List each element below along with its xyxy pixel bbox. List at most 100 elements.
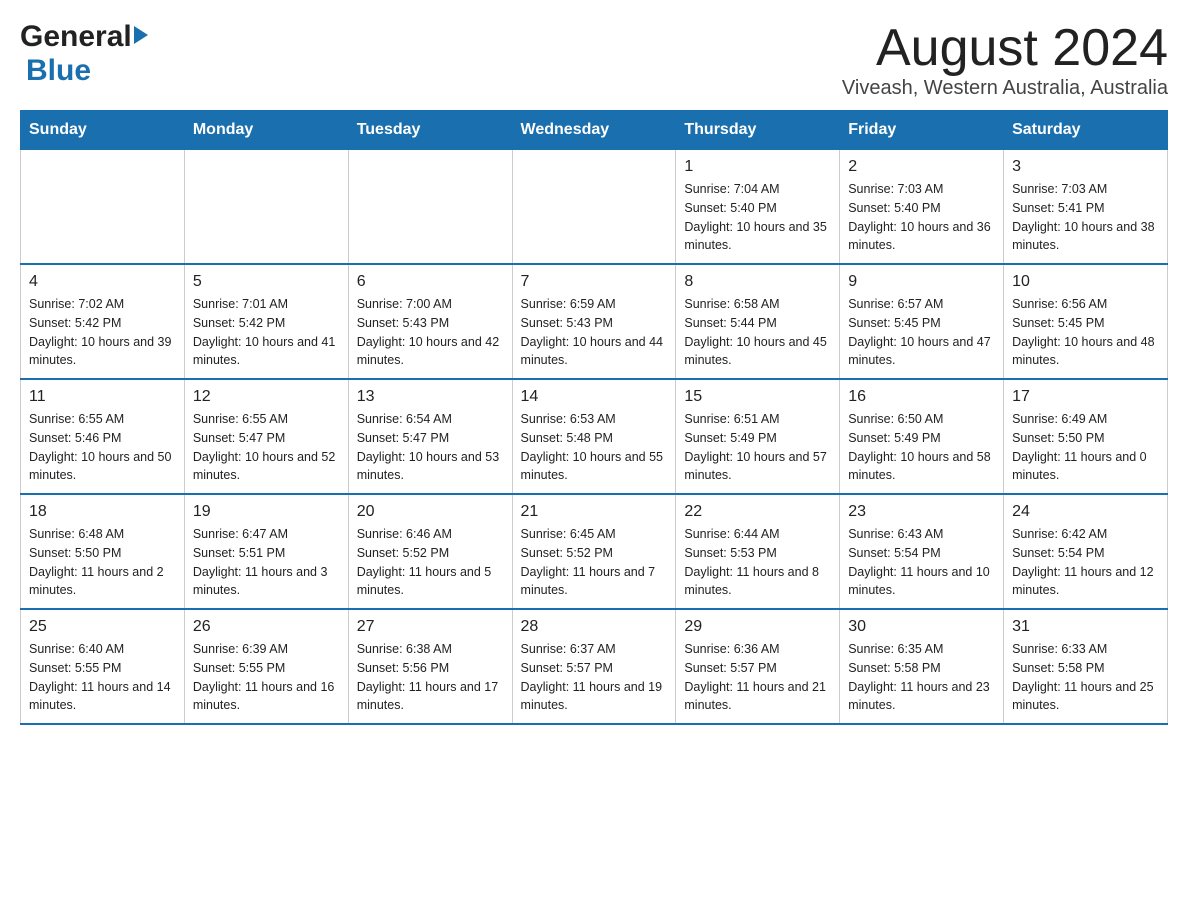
calendar-cell: 7 Sunrise: 6:59 AMSunset: 5:43 PMDaylight… <box>512 264 676 379</box>
day-number: 9 <box>848 273 995 291</box>
calendar-cell: 19 Sunrise: 6:47 AMSunset: 5:51 PMDayligh… <box>184 494 348 609</box>
day-number: 26 <box>193 618 340 636</box>
calendar-cell: 2 Sunrise: 7:03 AMSunset: 5:40 PMDaylight… <box>840 150 1004 265</box>
calendar-cell: 9 Sunrise: 6:57 AMSunset: 5:45 PMDaylight… <box>840 264 1004 379</box>
calendar-cell <box>348 150 512 265</box>
day-info: Sunrise: 6:56 AMSunset: 5:45 PMDaylight:… <box>1012 295 1159 370</box>
day-header-saturday: Saturday <box>1004 111 1168 150</box>
day-number: 7 <box>521 273 668 291</box>
day-number: 19 <box>193 503 340 521</box>
day-info: Sunrise: 6:59 AMSunset: 5:43 PMDaylight:… <box>521 295 668 370</box>
logo-blue-text: Blue <box>26 54 91 87</box>
day-info: Sunrise: 6:47 AMSunset: 5:51 PMDaylight:… <box>193 525 340 600</box>
day-number: 23 <box>848 503 995 521</box>
calendar-cell: 8 Sunrise: 6:58 AMSunset: 5:44 PMDaylight… <box>676 264 840 379</box>
calendar-cell: 30 Sunrise: 6:35 AMSunset: 5:58 PMDayligh… <box>840 609 1004 724</box>
calendar-cell: 10 Sunrise: 6:56 AMSunset: 5:45 PMDayligh… <box>1004 264 1168 379</box>
month-title: August 2024 <box>842 20 1168 77</box>
day-number: 6 <box>357 273 504 291</box>
day-info: Sunrise: 7:01 AMSunset: 5:42 PMDaylight:… <box>193 295 340 370</box>
day-info: Sunrise: 6:43 AMSunset: 5:54 PMDaylight:… <box>848 525 995 600</box>
calendar-cell: 6 Sunrise: 7:00 AMSunset: 5:43 PMDaylight… <box>348 264 512 379</box>
calendar-cell: 28Sunrise: 6:37 AMSunset: 5:57 PMDayligh… <box>512 609 676 724</box>
day-number: 4 <box>29 273 176 291</box>
days-of-week-row: SundayMondayTuesdayWednesdayThursdayFrid… <box>21 111 1168 150</box>
calendar-cell: 23 Sunrise: 6:43 AMSunset: 5:54 PMDayligh… <box>840 494 1004 609</box>
day-number: 2 <box>848 158 995 176</box>
day-info: Sunrise: 6:39 AMSunset: 5:55 PMDaylight:… <box>193 640 340 715</box>
calendar-body: 1Sunrise: 7:04 AMSunset: 5:40 PMDaylight… <box>21 150 1168 725</box>
day-number: 24 <box>1012 503 1159 521</box>
day-info: Sunrise: 6:46 AMSunset: 5:52 PMDaylight:… <box>357 525 504 600</box>
calendar-cell: 11 Sunrise: 6:55 AMSunset: 5:46 PMDayligh… <box>21 379 185 494</box>
calendar-cell: 27 Sunrise: 6:38 AMSunset: 5:56 PMDayligh… <box>348 609 512 724</box>
day-number: 22 <box>684 503 831 521</box>
day-header-monday: Monday <box>184 111 348 150</box>
logo: General Blue <box>20 20 148 88</box>
calendar-cell <box>21 150 185 265</box>
calendar-cell: 29 Sunrise: 6:36 AMSunset: 5:57 PMDayligh… <box>676 609 840 724</box>
calendar-cell: 22 Sunrise: 6:44 AMSunset: 5:53 PMDayligh… <box>676 494 840 609</box>
day-info: Sunrise: 6:49 AMSunset: 5:50 PMDaylight:… <box>1012 410 1159 485</box>
day-info: Sunrise: 6:42 AMSunset: 5:54 PMDaylight:… <box>1012 525 1159 600</box>
calendar-week-5: 25 Sunrise: 6:40 AMSunset: 5:55 PMDayligh… <box>21 609 1168 724</box>
calendar-cell: 12Sunrise: 6:55 AMSunset: 5:47 PMDayligh… <box>184 379 348 494</box>
day-number: 20 <box>357 503 504 521</box>
day-info: Sunrise: 6:48 AMSunset: 5:50 PMDaylight:… <box>29 525 176 600</box>
day-info: Sunrise: 6:35 AMSunset: 5:58 PMDaylight:… <box>848 640 995 715</box>
calendar-cell: 26 Sunrise: 6:39 AMSunset: 5:55 PMDayligh… <box>184 609 348 724</box>
calendar-cell: 1Sunrise: 7:04 AMSunset: 5:40 PMDaylight… <box>676 150 840 265</box>
day-info: Sunrise: 6:38 AMSunset: 5:56 PMDaylight:… <box>357 640 504 715</box>
day-number: 3 <box>1012 158 1159 176</box>
calendar-week-3: 11 Sunrise: 6:55 AMSunset: 5:46 PMDayligh… <box>21 379 1168 494</box>
calendar-cell: 25 Sunrise: 6:40 AMSunset: 5:55 PMDayligh… <box>21 609 185 724</box>
calendar-cell: 5Sunrise: 7:01 AMSunset: 5:42 PMDaylight… <box>184 264 348 379</box>
day-info: Sunrise: 7:03 AMSunset: 5:40 PMDaylight:… <box>848 180 995 255</box>
day-info: Sunrise: 7:02 AMSunset: 5:42 PMDaylight:… <box>29 295 176 370</box>
day-header-sunday: Sunday <box>21 111 185 150</box>
day-info: Sunrise: 6:55 AMSunset: 5:46 PMDaylight:… <box>29 410 176 485</box>
day-info: Sunrise: 7:03 AMSunset: 5:41 PMDaylight:… <box>1012 180 1159 255</box>
day-info: Sunrise: 6:50 AMSunset: 5:49 PMDaylight:… <box>848 410 995 485</box>
day-number: 10 <box>1012 273 1159 291</box>
day-info: Sunrise: 6:51 AMSunset: 5:49 PMDaylight:… <box>684 410 831 485</box>
calendar-cell: 4 Sunrise: 7:02 AMSunset: 5:42 PMDaylight… <box>21 264 185 379</box>
day-info: Sunrise: 6:36 AMSunset: 5:57 PMDaylight:… <box>684 640 831 715</box>
location-title: Viveash, Western Australia, Australia <box>842 77 1168 100</box>
day-info: Sunrise: 6:54 AMSunset: 5:47 PMDaylight:… <box>357 410 504 485</box>
logo-arrow-icon <box>134 26 148 44</box>
day-info: Sunrise: 7:00 AMSunset: 5:43 PMDaylight:… <box>357 295 504 370</box>
day-number: 27 <box>357 618 504 636</box>
day-header-wednesday: Wednesday <box>512 111 676 150</box>
day-number: 17 <box>1012 388 1159 406</box>
day-number: 18 <box>29 503 176 521</box>
logo-general-text: General <box>20 20 132 54</box>
day-number: 14 <box>521 388 668 406</box>
day-number: 29 <box>684 618 831 636</box>
day-number: 25 <box>29 618 176 636</box>
calendar-cell: 17 Sunrise: 6:49 AMSunset: 5:50 PMDayligh… <box>1004 379 1168 494</box>
day-info: Sunrise: 6:45 AMSunset: 5:52 PMDaylight:… <box>521 525 668 600</box>
calendar-cell: 21Sunrise: 6:45 AMSunset: 5:52 PMDayligh… <box>512 494 676 609</box>
calendar-cell <box>512 150 676 265</box>
day-number: 8 <box>684 273 831 291</box>
calendar-cell: 18 Sunrise: 6:48 AMSunset: 5:50 PMDayligh… <box>21 494 185 609</box>
day-header-thursday: Thursday <box>676 111 840 150</box>
day-number: 31 <box>1012 618 1159 636</box>
calendar-cell: 20 Sunrise: 6:46 AMSunset: 5:52 PMDayligh… <box>348 494 512 609</box>
day-info: Sunrise: 6:44 AMSunset: 5:53 PMDaylight:… <box>684 525 831 600</box>
day-number: 11 <box>29 388 176 406</box>
day-number: 16 <box>848 388 995 406</box>
day-number: 1 <box>684 158 831 176</box>
day-info: Sunrise: 6:37 AMSunset: 5:57 PMDaylight:… <box>521 640 668 715</box>
day-info: Sunrise: 6:40 AMSunset: 5:55 PMDaylight:… <box>29 640 176 715</box>
page-header: General Blue August 2024 Viveash, Wester… <box>20 20 1168 100</box>
day-number: 30 <box>848 618 995 636</box>
day-info: Sunrise: 6:58 AMSunset: 5:44 PMDaylight:… <box>684 295 831 370</box>
calendar-cell: 15Sunrise: 6:51 AMSunset: 5:49 PMDayligh… <box>676 379 840 494</box>
day-info: Sunrise: 6:57 AMSunset: 5:45 PMDaylight:… <box>848 295 995 370</box>
calendar-week-1: 1Sunrise: 7:04 AMSunset: 5:40 PMDaylight… <box>21 150 1168 265</box>
day-number: 12 <box>193 388 340 406</box>
calendar-header: SundayMondayTuesdayWednesdayThursdayFrid… <box>21 111 1168 150</box>
calendar-cell: 31Sunrise: 6:33 AMSunset: 5:58 PMDayligh… <box>1004 609 1168 724</box>
